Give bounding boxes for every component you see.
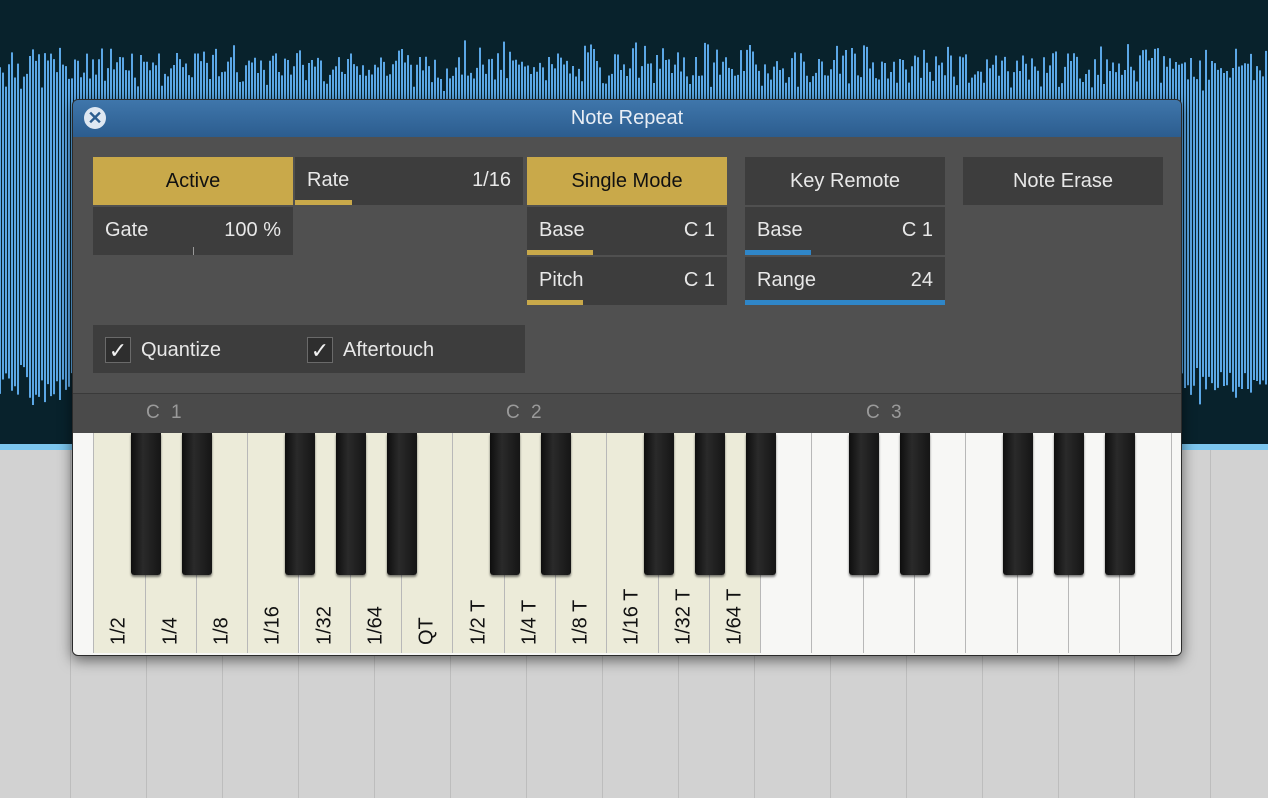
black-key[interactable]	[284, 433, 315, 575]
rate-value: 1/16	[472, 169, 511, 191]
key-label: 1/4 T	[518, 599, 541, 645]
octave-label-c1: C 1	[146, 402, 185, 423]
remote-range-value: 24	[910, 269, 933, 291]
single-pitch-label: Pitch	[539, 269, 584, 291]
key-label: 1/8 T	[569, 599, 592, 645]
remote-base-level-bar	[745, 250, 811, 255]
black-key[interactable]	[489, 433, 520, 575]
gate-control[interactable]: Gate 100 %	[93, 207, 293, 255]
white-key[interactable]	[1171, 433, 1181, 653]
close-icon[interactable]: ✕	[84, 107, 106, 129]
grid-line	[1210, 450, 1211, 798]
key-label: 1/64 T	[723, 588, 746, 645]
options-row: ✓ Quantize ✓ Aftertouch	[93, 325, 525, 373]
note-erase-label: Note Erase	[1012, 170, 1114, 192]
quantize-label: Quantize	[141, 338, 222, 361]
octave-label-c3: C 3	[866, 402, 905, 423]
aftertouch-checkbox[interactable]: ✓	[307, 336, 333, 363]
gate-value: 100 %	[224, 219, 281, 241]
key-label: 1/4	[159, 617, 182, 645]
black-key[interactable]	[1054, 433, 1084, 575]
black-key[interactable]	[900, 433, 931, 575]
key-remote-button[interactable]: Key Remote	[745, 157, 945, 205]
key-label: 1/16 T	[620, 588, 643, 645]
rate-label: Rate	[307, 169, 350, 191]
key-label: 1/8	[210, 617, 233, 645]
active-button[interactable]: Active	[93, 157, 293, 205]
key-label: 1/64	[364, 606, 387, 645]
grid-line	[70, 450, 71, 798]
black-key[interactable]	[181, 433, 212, 575]
rate-level-bar	[295, 200, 352, 205]
single-pitch-level-bar	[527, 300, 583, 305]
key-label: 1/2	[107, 617, 130, 645]
key-label: 1/16	[261, 606, 284, 645]
title-bar[interactable]: ✕ Note Repeat	[73, 100, 1181, 137]
remote-range-label: Range	[757, 269, 816, 291]
black-key[interactable]	[643, 433, 674, 575]
keyboard-header: C 1 C 2 C 3	[73, 393, 1181, 434]
single-base-control[interactable]: Base C 1	[527, 207, 727, 255]
remote-base-label: Base	[757, 219, 803, 241]
rate-control[interactable]: Rate 1/16	[295, 157, 523, 205]
single-mode-button[interactable]: Single Mode	[527, 157, 727, 205]
black-key[interactable]	[387, 433, 418, 575]
remote-base-value: C 1	[901, 219, 933, 241]
white-key[interactable]	[73, 433, 95, 653]
single-base-label: Base	[539, 219, 585, 241]
black-key[interactable]	[694, 433, 725, 575]
single-base-level-bar	[527, 250, 593, 255]
black-key[interactable]	[746, 433, 777, 575]
black-key[interactable]	[335, 433, 366, 575]
single-mode-label: Single Mode	[571, 170, 683, 192]
key-label: 1/32	[313, 606, 336, 645]
black-key[interactable]	[1002, 433, 1033, 575]
single-base-value: C 1	[683, 219, 715, 241]
black-key[interactable]	[541, 433, 571, 575]
black-key[interactable]	[130, 433, 161, 575]
single-pitch-control[interactable]: Pitch C 1	[527, 257, 727, 305]
remote-range-control[interactable]: Range 24	[745, 257, 945, 305]
aftertouch-label: Aftertouch	[343, 338, 435, 361]
gate-label: Gate	[105, 219, 149, 241]
piano-keyboard: 1/2 1/4 1/8 1/16 1/32 1/64 QT 1/2 T 1/4 T 1/8 T 1/…	[73, 433, 1181, 655]
single-pitch-value: C 1	[683, 269, 715, 291]
key-label: 1/2 T	[467, 599, 490, 645]
octave-label-c2: C 2	[506, 402, 545, 423]
note-repeat-dialog: ✕ Note Repeat Active Rate 1/16 Gate 100 …	[72, 99, 1182, 656]
black-key[interactable]	[1105, 433, 1136, 575]
black-key[interactable]	[848, 433, 879, 575]
quantize-checkbox[interactable]: ✓	[105, 336, 131, 363]
gate-tick	[193, 247, 194, 255]
note-erase-button[interactable]: Note Erase	[963, 157, 1163, 205]
remote-base-control[interactable]: Base C 1	[745, 207, 945, 255]
active-label: Active	[165, 170, 221, 192]
remote-range-level-bar	[745, 300, 945, 305]
key-label: QT	[415, 617, 438, 645]
dialog-title: Note Repeat	[570, 107, 684, 129]
aftertouch-option[interactable]: ✓ Aftertouch	[307, 325, 434, 374]
quantize-option[interactable]: ✓ Quantize	[105, 325, 221, 374]
key-label: 1/32 T	[672, 588, 695, 645]
key-remote-label: Key Remote	[789, 170, 901, 192]
